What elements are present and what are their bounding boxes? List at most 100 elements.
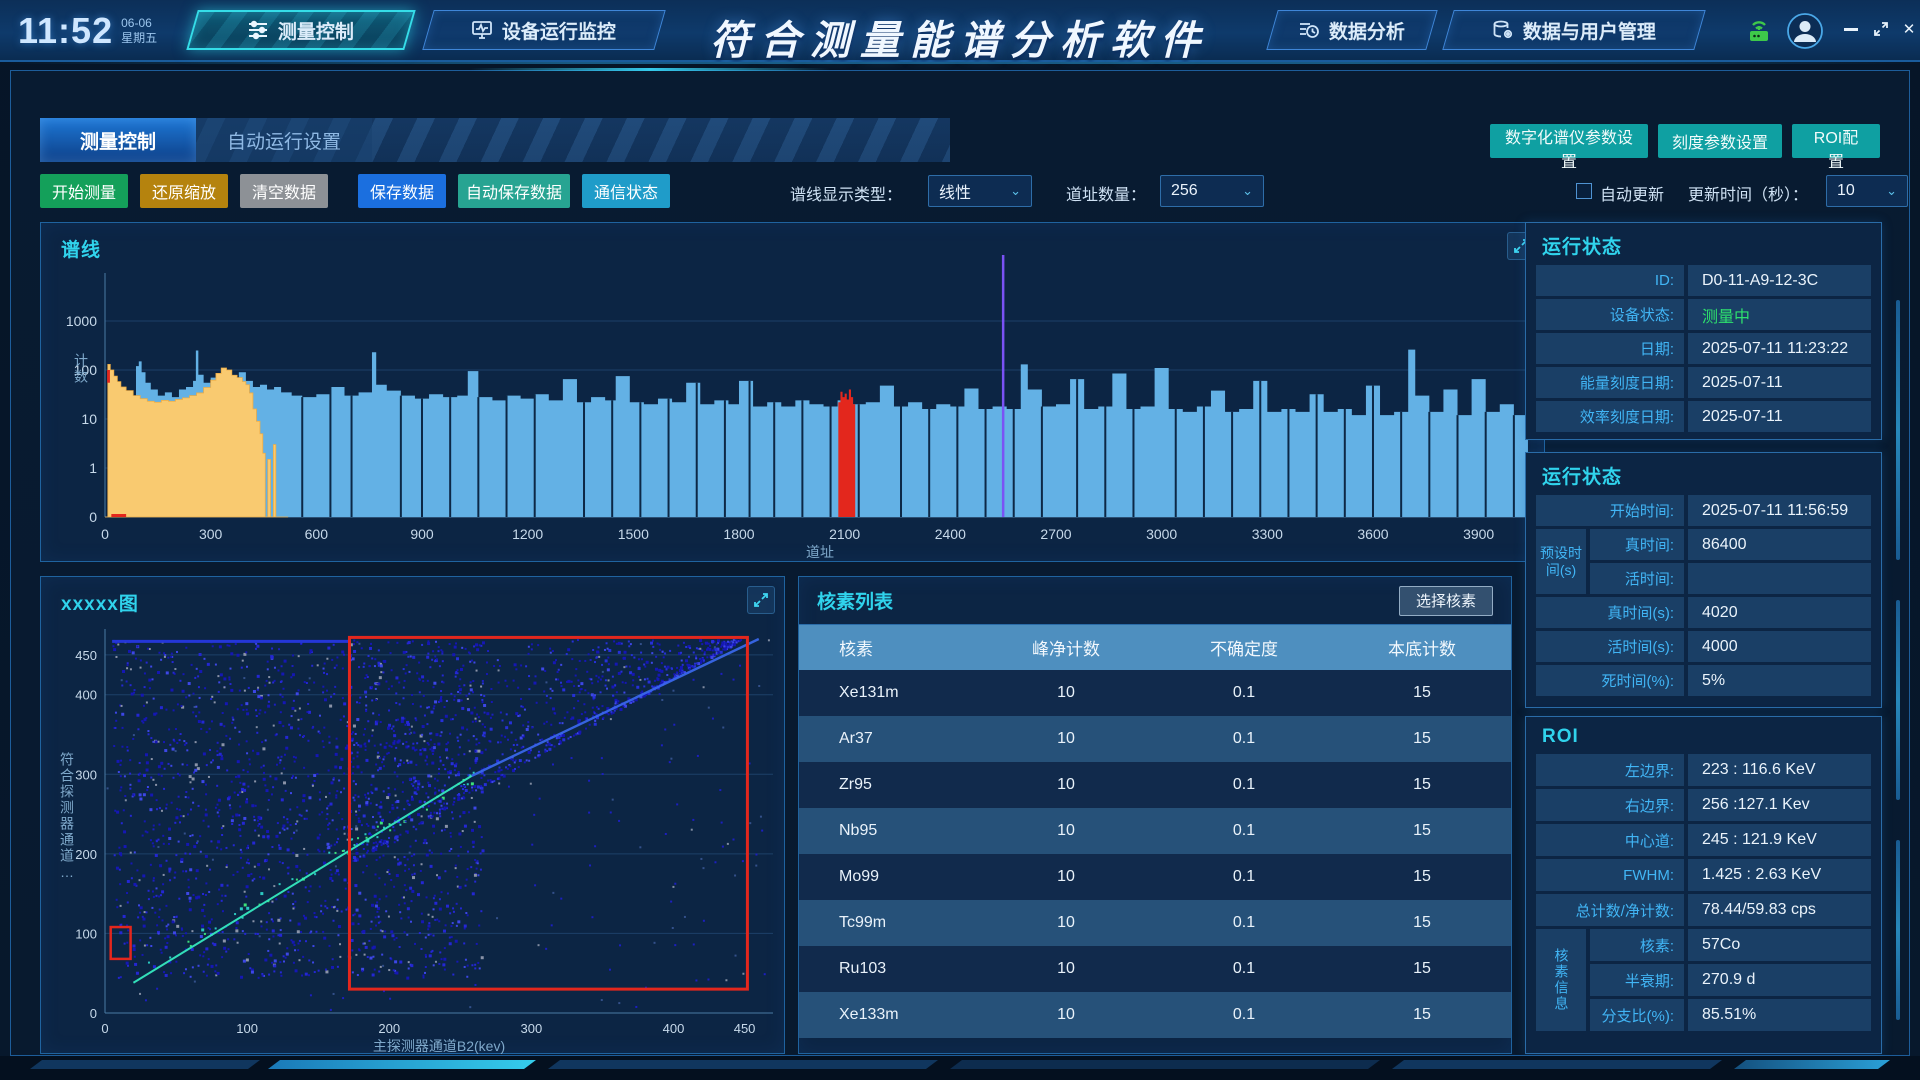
nuclide-list-title: 核素列表 [817, 587, 893, 614]
auto-update-checkbox[interactable] [1576, 183, 1592, 199]
toolbar: 开始测量 还原缩放 清空数据 保存数据 自动保存数据 通信状态 谱线显示类型： … [40, 174, 1880, 212]
tab-measure-control[interactable]: 测量控制 [40, 118, 196, 162]
weekday-text: 星期五 [121, 31, 157, 46]
footer-decoration [0, 1056, 1920, 1080]
nuclide-row-Mo99[interactable]: Mo99100.115 [799, 854, 1511, 900]
status-label: 真时间: [1590, 529, 1684, 560]
start-measure-button[interactable]: 开始测量 [40, 174, 128, 208]
svg-text:300: 300 [199, 526, 223, 542]
status-value: 2025-07-11 11:56:59 [1688, 495, 1871, 526]
svg-text:300: 300 [521, 1021, 543, 1036]
tab-label: 测量控制 [80, 127, 156, 154]
nuclide-row-Xe131m[interactable]: Xe131m100.115 [799, 670, 1511, 716]
status-label: 能量刻度日期: [1536, 367, 1684, 398]
svg-text:2400: 2400 [935, 526, 966, 542]
nuclide-table-body: Xe131m100.115Ar37100.115Zr95100.115Nb951… [799, 670, 1511, 1038]
status-row: 左边界:223 : 116.6 KeV [1536, 754, 1871, 786]
nuclide-row-Ru103[interactable]: Ru103100.115 [799, 946, 1511, 992]
channel-count-label: 道址数量： [1066, 181, 1146, 205]
run-status-title: 运行状态 [1526, 453, 1881, 495]
status-row: 总计数/净计数:78.44/59.83 cps [1536, 894, 1871, 926]
status-row: 开始时间:2025-07-11 11:56:59 [1536, 495, 1871, 526]
nuclide-row-Ar37[interactable]: Ar37100.115 [799, 716, 1511, 762]
status-label: 开始时间: [1536, 495, 1684, 526]
edge-decoration [1896, 300, 1900, 560]
nav-tab-data-analysis[interactable]: 数据分析 [1266, 10, 1437, 50]
auto-save-button[interactable]: 自动保存数据 [458, 174, 570, 208]
status-label: FWHM: [1536, 859, 1684, 891]
calibration-params-button[interactable]: 刻度参数设置 [1658, 124, 1782, 158]
nuclide-row-Xe133m[interactable]: Xe133m100.115 [799, 992, 1511, 1038]
tab-auto-run-settings[interactable]: 自动运行设置 [196, 118, 372, 162]
nav-tab-label: 数据分析 [1329, 17, 1405, 44]
user-avatar[interactable] [1786, 12, 1824, 55]
comm-status-button[interactable]: 通信状态 [582, 174, 670, 208]
status-row-group: 预设时间(s)真时间:86400活时间: [1536, 529, 1871, 594]
status-label: 设备状态: [1536, 299, 1684, 330]
table-cell: 10 [977, 822, 1155, 840]
status-value [1688, 563, 1871, 594]
nav-tab-data-user-mgmt[interactable]: 数据与用户管理 [1442, 10, 1705, 50]
maximize-button[interactable] [1868, 16, 1894, 42]
channel-count-select[interactable]: 256 ⌄ [1160, 175, 1264, 207]
spectrum-chart[interactable]: 0110100100003006009001200150018002100240… [41, 223, 1546, 563]
digitizer-params-button[interactable]: 数字化谱仪参数设置 [1490, 124, 1648, 158]
svg-text:10: 10 [81, 411, 97, 427]
table-cell: 10 [977, 1006, 1155, 1024]
clock-time: 11:52 [18, 10, 113, 52]
tab-label: 自动运行设置 [227, 127, 341, 154]
coincidence-map-chart[interactable]: 01002003004004500100200300400450主探测器通道B2… [41, 577, 786, 1055]
coincidence-map-title: xxxxx图 [61, 589, 139, 616]
svg-text:100: 100 [236, 1021, 258, 1036]
table-cell: Nb95 [799, 822, 977, 840]
table-cell: Ar37 [799, 730, 977, 748]
scatter-y-axis-title: 符合探测器通道… [57, 752, 77, 882]
coincidence-map-expand-button[interactable] [747, 586, 775, 614]
date-text: 06-06 [121, 16, 157, 31]
status-label: 核素: [1590, 929, 1684, 961]
roi-panel: ROI 左边界:223 : 116.6 KeV右边界:256 :127.1 Ke… [1525, 716, 1882, 1054]
update-interval-value: 10 [1837, 182, 1855, 200]
spectrum-panel-title: 谱线 [61, 235, 101, 262]
svg-text:450: 450 [734, 1021, 756, 1036]
status-row: ID:D0-11-A9-12-3C [1536, 265, 1871, 296]
table-cell: 0.1 [1155, 776, 1333, 794]
svg-text:2700: 2700 [1040, 526, 1071, 542]
update-interval-select[interactable]: 10 ⌄ [1826, 175, 1908, 207]
status-value: 5% [1688, 665, 1871, 696]
close-button[interactable]: ✕ [1896, 16, 1920, 42]
nuclide-row-Zr95[interactable]: Zr95100.115 [799, 762, 1511, 808]
status-row: 日期:2025-07-11 11:23:22 [1536, 333, 1871, 364]
status-value: 2025-07-11 [1688, 401, 1871, 432]
select-nuclide-button[interactable]: 选择核素 [1399, 586, 1493, 616]
nuclide-row-Nb95[interactable]: Nb95100.115 [799, 808, 1511, 854]
chevron-down-icon: ⌄ [1242, 183, 1253, 199]
minimize-button[interactable] [1838, 16, 1864, 42]
nuclide-row-Tc99m[interactable]: Tc99m100.115 [799, 900, 1511, 946]
status-label: 左边界: [1536, 754, 1684, 786]
app-header: 11:52 06-06 星期五 测量控制 设备运行监控 [0, 0, 1920, 62]
status-value: 78.44/59.83 cps [1688, 894, 1871, 926]
table-header-cell: 峰净计数 [977, 635, 1155, 660]
table-cell: 15 [1333, 914, 1511, 932]
table-cell: Ru103 [799, 960, 977, 978]
network-status-icon[interactable] [1742, 12, 1776, 51]
reset-zoom-button[interactable]: 还原缩放 [140, 174, 228, 208]
status-row-group: 核素信息核素:57Co半衰期:270.9 d分支比(%):85.51% [1536, 929, 1871, 1031]
status-row: 真时间(s):4020 [1536, 597, 1871, 628]
nav-tab-label: 设备运行监控 [502, 17, 616, 44]
display-type-select[interactable]: 线性 ⌄ [928, 175, 1032, 207]
run-status-panel-1: 运行状态 ID:D0-11-A9-12-3C设备状态:测量中日期:2025-07… [1525, 222, 1882, 440]
clear-data-button[interactable]: 清空数据 [240, 174, 328, 208]
table-cell: 0.1 [1155, 868, 1333, 886]
status-row: 活时间(s):4000 [1536, 631, 1871, 662]
save-data-button[interactable]: 保存数据 [358, 174, 446, 208]
table-cell: 0.1 [1155, 960, 1333, 978]
roi-config-button[interactable]: ROI配置 [1792, 124, 1880, 158]
nav-tab-measure-control[interactable]: 测量控制 [186, 10, 415, 50]
chevron-down-icon: ⌄ [1886, 183, 1897, 199]
nav-tab-device-monitor[interactable]: 设备运行监控 [422, 10, 665, 50]
svg-text:1200: 1200 [512, 526, 543, 542]
svg-text:400: 400 [663, 1021, 685, 1036]
table-cell: 10 [977, 776, 1155, 794]
